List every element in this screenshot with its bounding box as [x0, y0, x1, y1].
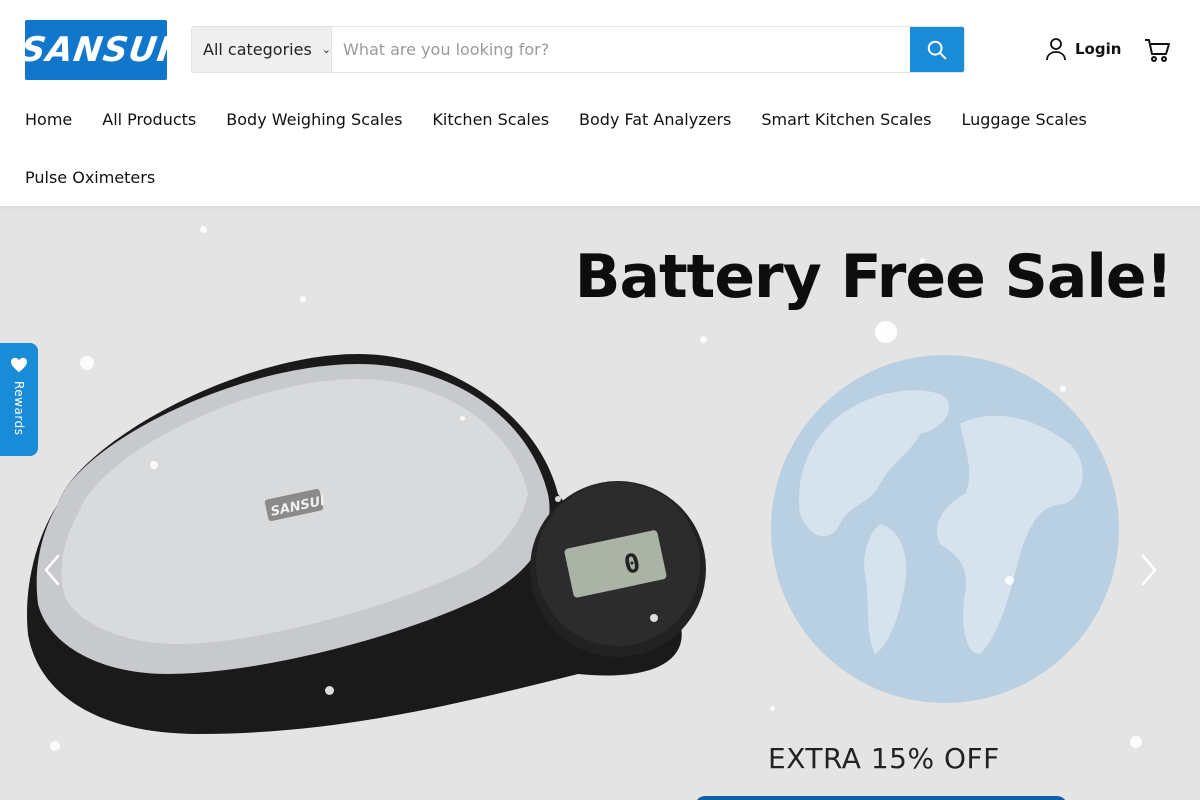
category-select[interactable]: All categories ⌄	[192, 27, 332, 72]
kitchen-scale-image: SANSUI 0	[27, 354, 706, 734]
snow-particle	[1130, 736, 1142, 748]
snow-particle	[875, 321, 897, 343]
brand-logo-text: SANSUI	[18, 30, 174, 70]
hero-shop-button[interactable]	[695, 796, 1067, 800]
user-icon	[1046, 38, 1066, 61]
search-button[interactable]	[910, 27, 964, 72]
snow-particle	[1005, 576, 1014, 585]
snow-particle	[700, 336, 707, 343]
nav-item-kitchen-scales[interactable]: Kitchen Scales	[432, 110, 549, 129]
chevron-right-icon[interactable]	[1137, 550, 1161, 590]
cart-icon	[1145, 39, 1170, 62]
snow-particle	[770, 706, 775, 711]
nav-item-luggage-scales[interactable]: Luggage Scales	[961, 110, 1086, 129]
nav-item-body-weighing-scales[interactable]: Body Weighing Scales	[226, 110, 402, 129]
snow-particle	[300, 296, 306, 302]
hero-title: Battery Free Sale!	[574, 242, 1173, 312]
snow-particle	[460, 416, 465, 421]
chevron-left-icon[interactable]	[40, 550, 64, 590]
rewards-label: Rewards	[12, 381, 26, 436]
nav-item-home[interactable]: Home	[25, 110, 72, 129]
site-header: SANSUI All categories ⌄ Login Home All P…	[0, 0, 1200, 206]
snow-particle	[200, 226, 207, 233]
main-nav: Home All Products Body Weighing Scales K…	[25, 105, 1175, 187]
snow-particle	[50, 741, 60, 751]
hero-slideshow[interactable]: SANSUI 0 Battery Free Sale! EXTRA 15% OF…	[0, 206, 1200, 800]
brand-logo[interactable]: SANSUI	[18, 20, 174, 80]
heart-icon	[11, 357, 27, 373]
nav-item-all-products[interactable]: All Products	[102, 110, 196, 129]
snow-particle	[150, 461, 158, 469]
login-link[interactable]: Login	[1045, 37, 1121, 61]
nav-item-smart-kitchen-scales[interactable]: Smart Kitchen Scales	[761, 110, 931, 129]
rewards-tab[interactable]: Rewards	[0, 343, 38, 456]
snow-particle	[1060, 386, 1066, 392]
globe-illustration	[771, 355, 1119, 703]
snow-particle	[650, 614, 658, 622]
cart-button[interactable]	[1143, 36, 1171, 68]
category-select-label: All categories	[203, 40, 312, 59]
snow-particle	[920, 258, 925, 263]
nav-row-1: Home All Products Body Weighing Scales K…	[25, 105, 1175, 133]
search-bar: All categories ⌄	[191, 26, 965, 73]
login-label: Login	[1075, 40, 1122, 58]
snow-particle	[555, 496, 561, 502]
nav-row-2: Pulse Oximeters	[25, 163, 185, 191]
chevron-down-icon: ⌄	[321, 43, 331, 56]
search-icon	[927, 40, 947, 59]
search-input[interactable]	[332, 27, 910, 72]
nav-item-pulse-oximeters[interactable]: Pulse Oximeters	[25, 168, 155, 187]
snow-particle	[325, 686, 334, 695]
snow-particle	[80, 356, 94, 370]
hero-offer-text: EXTRA 15% OFF	[768, 742, 1000, 775]
nav-item-body-fat-analyzers[interactable]: Body Fat Analyzers	[579, 110, 731, 129]
